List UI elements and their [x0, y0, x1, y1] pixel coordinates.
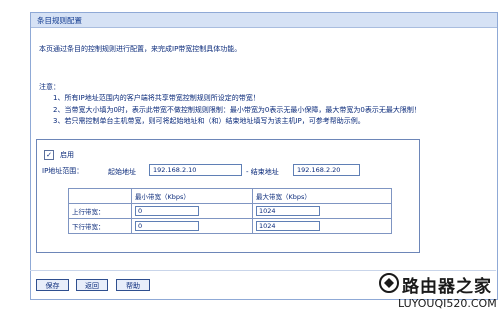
upload-bandwidth-label: 上行带宽：: [68, 203, 132, 219]
download-min-input[interactable]: 0: [135, 221, 199, 231]
page-description: 本页通过条目的控制规则进行配置，来完成IP带宽控制具体功能。: [39, 45, 242, 53]
download-min-cell: 0: [131, 218, 253, 234]
title-bar: 条目规则配置: [31, 13, 497, 28]
site-watermark: 路由器之家 LUYOUQI520.COM: [378, 270, 498, 316]
enable-label: 启用: [60, 151, 74, 159]
end-address-label: - 结束地址: [246, 168, 279, 176]
table-header-row: 最小带宽（Kbps） 最大带宽（Kbps）: [68, 188, 392, 204]
end-address-input[interactable]: 192.168.2.20: [293, 164, 360, 176]
upload-min-cell: 0: [131, 203, 253, 219]
start-address-input[interactable]: 192.168.2.10: [149, 164, 242, 176]
min-bandwidth-header: 最小带宽（Kbps）: [131, 188, 253, 204]
router-logo-icon: [379, 273, 399, 293]
notes-label: 注意：: [39, 83, 60, 91]
note-item-3: 3、若只需控制单台主机带宽，则可将起始地址和（和）结束地址填写为该主机IP，可参…: [53, 117, 365, 125]
download-max-cell: 1024: [252, 218, 392, 234]
notes-list: 1、所有IP地址范围内的客户端将共享带宽控制规则所设定的带宽！ 2、当带宽大小填…: [53, 93, 489, 128]
watermark-url: LUYOUQI520.COM: [398, 297, 497, 310]
table-row: 上行带宽： 0 1024: [68, 203, 392, 219]
enable-checkbox[interactable]: ✓: [44, 150, 54, 160]
max-bandwidth-header: 最大带宽（Kbps）: [252, 188, 392, 204]
table-row: 下行带宽： 0 1024: [68, 218, 392, 234]
upload-max-cell: 1024: [252, 203, 392, 219]
watermark-text: 路由器之家: [402, 277, 492, 297]
table-header-blank: [68, 188, 132, 204]
download-bandwidth-label: 下行带宽：: [68, 218, 132, 234]
start-address-label: 起始地址: [108, 168, 136, 176]
upload-max-input[interactable]: 1024: [256, 206, 320, 216]
note-item-2: 2、当带宽大小填为0时，表示此带宽不做控制规则限制：最小带宽为0表示无最小保障，…: [53, 105, 421, 114]
upload-min-input[interactable]: 0: [135, 206, 199, 216]
page-title: 条目规则配置: [37, 16, 82, 25]
note-item-1: 1、所有IP地址范围内的客户端将共享带宽控制规则所设定的带宽！: [53, 94, 260, 102]
bandwidth-table: 最小带宽（Kbps） 最大带宽（Kbps） 上行带宽： 0 1024 下行带宽：…: [68, 188, 392, 234]
ip-range-label: IP地址范围：: [42, 167, 84, 175]
download-max-input[interactable]: 1024: [256, 221, 320, 231]
